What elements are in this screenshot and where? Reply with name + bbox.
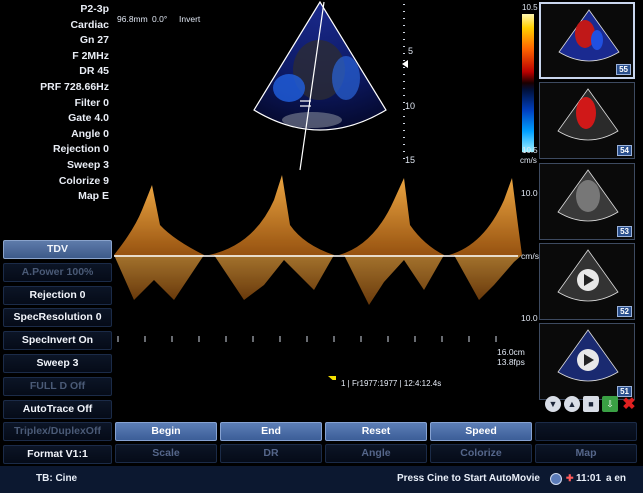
param-frequency: F 2MHz: [72, 49, 109, 62]
param-map: Map E: [78, 190, 109, 203]
cine-thumbnails: 55 54 53 52 51: [539, 2, 635, 403]
cine-frame-info: 1 | Fr1977:1977 | 12:4:12.4s: [341, 379, 442, 388]
param-gain: Gn 27: [79, 34, 109, 47]
menu-spec-invert[interactable]: SpecInvert On: [3, 331, 112, 351]
param-rejection: Rejection 0: [52, 143, 109, 156]
colorize-button[interactable]: Colorize: [430, 444, 532, 463]
scroll-up-icon[interactable]: ▲: [564, 396, 580, 412]
spectral-doppler-trace: [114, 175, 522, 305]
left-menu: TDV A.Power 100% Rejection 0 SpecResolut…: [3, 240, 112, 468]
angle-button[interactable]: Angle: [325, 444, 427, 463]
menu-autotrace[interactable]: AutoTrace Off: [3, 399, 112, 419]
flag-icon: ✚: [566, 473, 574, 483]
param-sweep: Sweep 3: [66, 158, 109, 171]
depth-value: 16.0cm: [497, 347, 525, 357]
status-language: a en: [606, 473, 627, 484]
velocity-scale-bottom: 10.0: [521, 313, 538, 323]
colorbar-min: 10.5: [522, 146, 538, 155]
thumbnail-53[interactable]: 53: [539, 162, 635, 240]
colorbar-max: 10.5: [522, 3, 538, 12]
status-clock: 11:01: [576, 473, 602, 484]
thumbnail-51[interactable]: 51: [539, 323, 635, 401]
thumbnail-number: 53: [617, 225, 632, 237]
menu-spec-resolution[interactable]: SpecResolution 0: [3, 308, 112, 328]
menu-full-d[interactable]: FULL D Off: [3, 376, 112, 396]
velocity-unit: cm/s: [521, 251, 539, 261]
thumbnail-number: 52: [617, 305, 632, 317]
map-button[interactable]: Map: [535, 444, 637, 463]
empty-button[interactable]: [535, 422, 637, 441]
param-angle: Angle 0: [71, 127, 109, 140]
velocity-scale-top: 10.0: [521, 188, 538, 198]
status-hint: Press Cine to Start AutoMovie: [397, 473, 540, 484]
save-icon[interactable]: ■: [583, 396, 599, 412]
param-gate: Gate 4.0: [68, 112, 109, 125]
param-colorize: Colorize 9: [58, 174, 109, 187]
export-icon[interactable]: ⇩: [602, 396, 618, 412]
status-bar: TB: Cine Press Cine to Start AutoMovie ✚…: [0, 466, 643, 493]
network-icon: [550, 473, 562, 485]
menu-format[interactable]: Format V1:1: [3, 445, 112, 465]
scroll-down-icon[interactable]: ▼: [545, 396, 561, 412]
param-prf: PRF 728.66Hz: [40, 80, 109, 93]
menu-triplex-duplex[interactable]: Triplex/DuplexOff: [3, 422, 112, 442]
dr-button[interactable]: DR: [220, 444, 322, 463]
colorbar-unit: cm/s: [520, 156, 537, 165]
parameter-list: P2-3p Cardiac Gn 27 F 2MHz DR 45 PRF 728…: [0, 2, 112, 205]
reset-button[interactable]: Reset: [325, 422, 427, 441]
speed-button[interactable]: Speed: [430, 422, 532, 441]
color-velocity-bar: [522, 14, 534, 152]
scale-button[interactable]: Scale: [115, 444, 217, 463]
begin-button[interactable]: Begin: [115, 422, 217, 441]
menu-tdv[interactable]: TDV: [3, 240, 112, 259]
thumbnail-actions: ▼ ▲ ■ ⇩ ✖: [545, 396, 637, 413]
ultrasound-image: [114, 0, 522, 380]
thumbnail-54[interactable]: 54: [539, 82, 635, 160]
depth-tick-5: 5: [408, 46, 414, 56]
param-filter: Filter 0: [74, 96, 109, 109]
menu-acoustic-power[interactable]: A.Power 100%: [3, 262, 112, 282]
status-mode: TB: Cine: [36, 473, 78, 484]
menu-rejection[interactable]: Rejection 0: [3, 285, 112, 305]
thumbnail-number: 54: [617, 145, 632, 157]
thumbnail-55[interactable]: 55: [539, 2, 635, 79]
param-dynamic-range: DR 45: [79, 65, 109, 78]
thumbnail-52[interactable]: 52: [539, 242, 635, 320]
depth-tick-15: 15: [405, 155, 416, 165]
frame-rate: 13.8fps: [497, 357, 525, 367]
param-probe: P2-3p: [80, 3, 109, 15]
delete-icon[interactable]: ✖: [621, 396, 637, 413]
depth-tick-10: 10: [405, 101, 416, 111]
bottom-control-bar: Begin End Reset Speed Scale DR Angle Col…: [115, 422, 641, 466]
param-preset: Cardiac: [70, 18, 109, 31]
thumbnail-number: 55: [616, 64, 631, 75]
menu-sweep[interactable]: Sweep 3: [3, 353, 112, 373]
end-button[interactable]: End: [220, 422, 322, 441]
